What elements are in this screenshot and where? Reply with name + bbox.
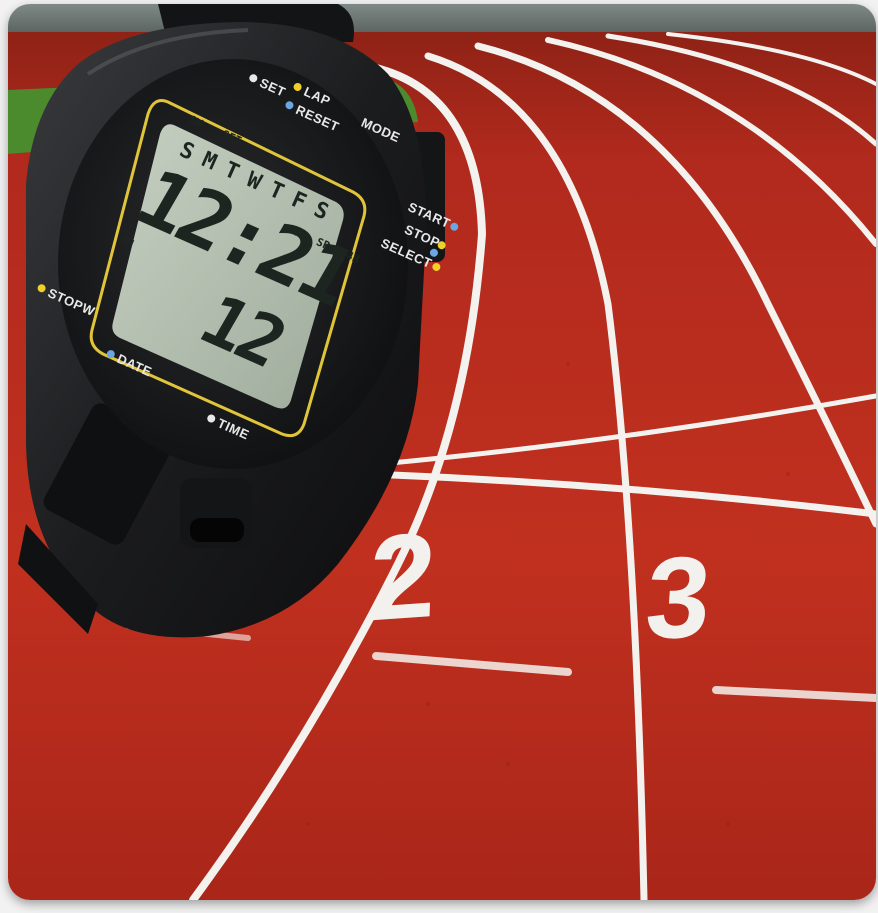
photo-frame: 2 3 S M T W T F S 12:21 12 SW SET LAP SP… — [8, 4, 876, 900]
stopwatch-track-photo: 2 3 S M T W T F S 12:21 12 SW SET LAP SP… — [8, 4, 876, 900]
lane-number-2: 2 — [367, 508, 438, 647]
lane-number-3: 3 — [642, 533, 715, 663]
